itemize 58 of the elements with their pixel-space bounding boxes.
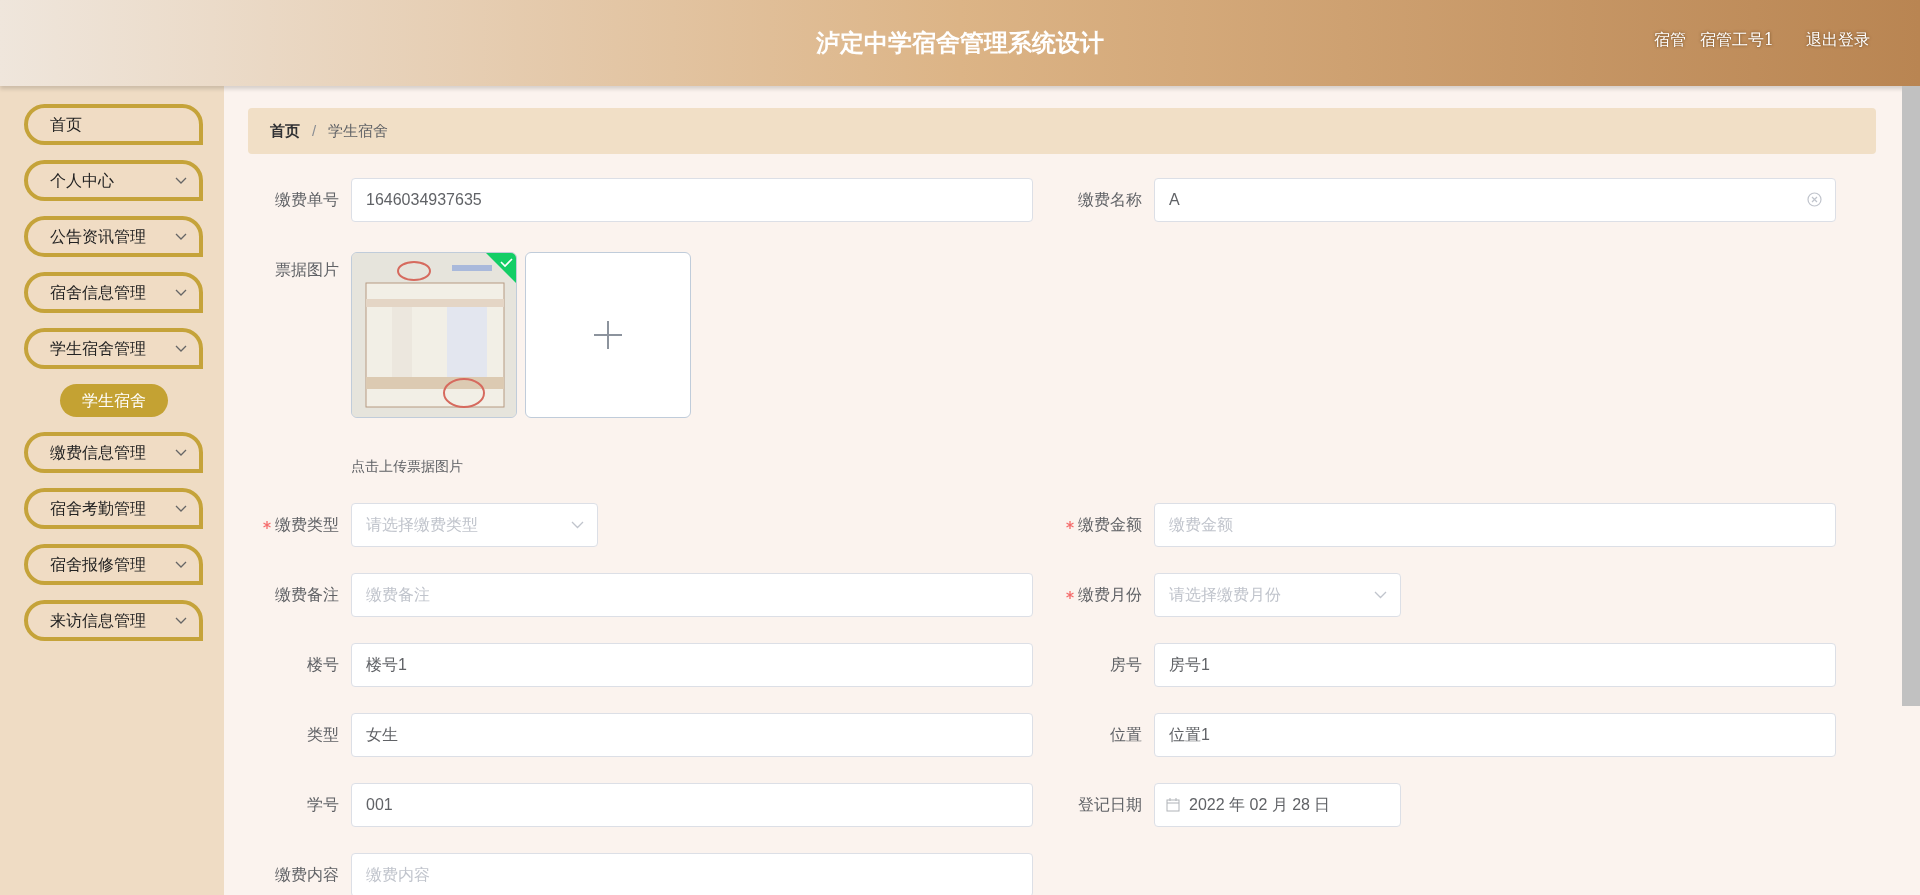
chevron-down-icon bbox=[175, 504, 187, 513]
field-label: 登记日期 bbox=[1078, 795, 1142, 815]
date-field[interactable]: 2022 年 02 月 28 日 bbox=[1154, 783, 1401, 827]
field-label: 缴费类型 bbox=[275, 515, 339, 535]
chevron-down-icon bbox=[175, 232, 187, 241]
select-field[interactable]: 请选择缴费月份 bbox=[1154, 573, 1401, 617]
chevron-down-icon bbox=[175, 288, 187, 297]
menu-item[interactable]: 宿舍考勤管理 bbox=[24, 488, 203, 529]
field-label: 缴费名称 bbox=[1078, 190, 1142, 210]
chevron-down-icon bbox=[175, 616, 187, 625]
app-title: 泸定中学宿舍管理系统设计 bbox=[816, 27, 1104, 59]
menu-item[interactable]: 宿舍报修管理 bbox=[24, 544, 203, 585]
input-field[interactable]: 女生 bbox=[351, 713, 1033, 757]
chevron-down-icon bbox=[175, 176, 187, 185]
upload-hint: 点击上传票据图片 bbox=[351, 457, 464, 476]
menu-item[interactable]: 学生宿舍管理 bbox=[24, 328, 203, 369]
breadcrumb-link[interactable]: 学生宿舍 bbox=[328, 119, 389, 143]
field-label: 缴费单号 bbox=[275, 190, 339, 210]
user-name: 宿管工号1 bbox=[1699, 29, 1774, 51]
menu-item[interactable]: 缴费信息管理 bbox=[24, 432, 203, 473]
input-field[interactable]: 房号1 bbox=[1154, 643, 1836, 687]
input-field[interactable]: 1646034937635 bbox=[351, 178, 1033, 222]
select-field[interactable]: 请选择缴费类型 bbox=[351, 503, 598, 547]
menu-item[interactable]: 个人中心 bbox=[24, 160, 203, 201]
field-label: 缴费金额 bbox=[1078, 515, 1142, 535]
plus-icon bbox=[594, 321, 622, 349]
chevron-down-icon bbox=[175, 560, 187, 569]
clear-icon[interactable] bbox=[1807, 192, 1822, 207]
input-field[interactable]: 缴费内容 bbox=[351, 853, 1033, 895]
chevron-down-icon bbox=[175, 448, 187, 457]
field-label: 缴费内容 bbox=[275, 865, 339, 885]
menu-item[interactable]: 宿舍信息管理 bbox=[24, 272, 203, 313]
input-field[interactable]: 缴费备注 bbox=[351, 573, 1033, 617]
chevron-down-icon bbox=[175, 344, 187, 353]
field-label: 楼号 bbox=[307, 655, 339, 675]
field-label: 类型 bbox=[307, 725, 339, 745]
input-field[interactable]: 位置1 bbox=[1154, 713, 1836, 757]
field-label: 学号 bbox=[307, 795, 339, 815]
input-field[interactable]: 缴费金额 bbox=[1154, 503, 1836, 547]
user-role: 宿管 bbox=[1653, 29, 1686, 51]
field-label: 缴费月份 bbox=[1078, 585, 1142, 605]
breadcrumb-link[interactable]: 首页 bbox=[270, 119, 300, 143]
field-label: 缴费备注 bbox=[275, 585, 339, 605]
scrollbar[interactable] bbox=[1902, 86, 1920, 706]
chevron-down-icon bbox=[1374, 591, 1387, 599]
chevron-down-icon bbox=[571, 521, 584, 529]
breadcrumb-separator: / bbox=[312, 120, 317, 141]
field-label: 位置 bbox=[1110, 725, 1142, 745]
menu-item[interactable]: 来访信息管理 bbox=[24, 600, 203, 641]
field-label: 房号 bbox=[1110, 655, 1142, 675]
input-field[interactable]: 楼号1 bbox=[351, 643, 1033, 687]
field-label: 票据图片 bbox=[275, 260, 339, 280]
input-field[interactable]: 001 bbox=[351, 783, 1033, 827]
menu-item[interactable]: 首页 bbox=[24, 104, 203, 145]
menu-item[interactable]: 公告资讯管理 bbox=[24, 216, 203, 257]
calendar-icon bbox=[1166, 798, 1180, 812]
input-field[interactable]: A bbox=[1154, 178, 1836, 222]
upload-button[interactable] bbox=[525, 252, 691, 418]
